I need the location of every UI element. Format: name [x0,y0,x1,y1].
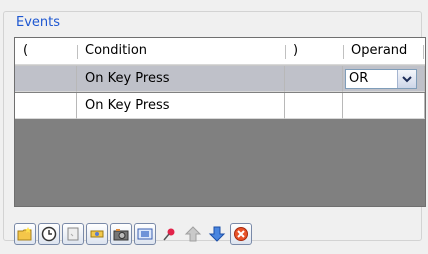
pin-icon[interactable] [158,223,180,245]
chevron-down-icon[interactable] [397,70,416,88]
condition-cell[interactable]: On Key Press [77,93,285,119]
condition-cell[interactable]: On Key Press [77,66,285,92]
column-header-operand[interactable]: Operand [343,38,425,65]
events-grid: ( Condition ) Operand On Key Press OR On… [14,37,426,207]
table-row[interactable]: On Key Press [15,93,425,119]
operand-dropdown-value: OR [349,71,369,86]
column-divider[interactable] [423,45,424,59]
open-paren-cell[interactable] [15,66,77,92]
column-divider[interactable] [285,45,286,59]
events-group-title: Events [14,15,63,31]
table-row[interactable]: On Key Press OR [15,66,425,92]
column-divider[interactable] [77,45,78,59]
up-arrow-icon[interactable] [182,223,204,245]
grid-header: ( Condition ) Operand [15,38,425,66]
column-header-condition[interactable]: Condition [77,38,285,65]
picture-icon[interactable] [134,223,156,245]
events-toolbar [14,223,252,245]
operand-cell[interactable] [343,93,425,119]
open-paren-cell[interactable] [15,93,77,119]
operand-cell: OR [343,66,425,92]
clock-icon[interactable] [38,223,60,245]
column-divider[interactable] [343,45,344,59]
down-arrow-icon[interactable] [206,223,228,245]
close-paren-cell[interactable] [285,66,343,92]
column-header-open-paren[interactable]: ( [15,38,77,65]
operand-dropdown[interactable]: OR [345,69,417,89]
column-header-close-paren[interactable]: ) [285,38,343,65]
gear-icon[interactable] [86,223,108,245]
blank-card-icon[interactable] [62,223,84,245]
delete-icon[interactable] [230,223,252,245]
new-folder-icon[interactable] [14,223,36,245]
camera-icon[interactable] [110,223,132,245]
close-paren-cell[interactable] [285,93,343,119]
